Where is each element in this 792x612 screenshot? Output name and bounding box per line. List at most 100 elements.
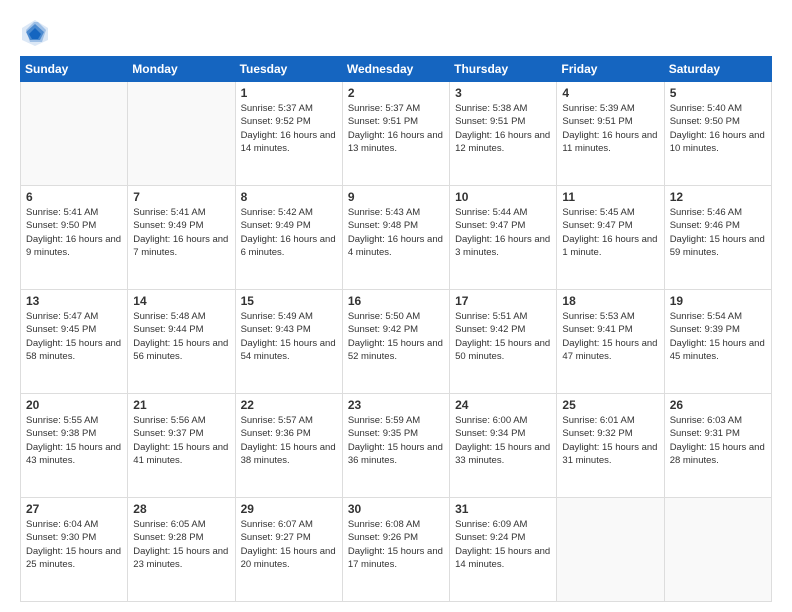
day-info: Sunrise: 5:56 AM Sunset: 9:37 PM Dayligh… (133, 414, 229, 467)
day-info: Sunrise: 5:53 AM Sunset: 9:41 PM Dayligh… (562, 310, 658, 363)
day-number: 1 (241, 86, 337, 100)
day-info: Sunrise: 5:44 AM Sunset: 9:47 PM Dayligh… (455, 206, 551, 259)
day-number: 18 (562, 294, 658, 308)
day-number: 31 (455, 502, 551, 516)
calendar-cell (557, 498, 664, 602)
day-number: 13 (26, 294, 122, 308)
day-number: 6 (26, 190, 122, 204)
calendar-week-2: 6 Sunrise: 5:41 AM Sunset: 9:50 PM Daylig… (21, 186, 772, 290)
calendar-cell: 8Sunrise: 5:42 AM Sunset: 9:49 PM Daylig… (235, 186, 342, 290)
calendar-cell: 10 Sunrise: 5:44 AM Sunset: 9:47 PM Dayli… (450, 186, 557, 290)
day-number: 15 (241, 294, 337, 308)
header (20, 18, 772, 48)
day-info: Sunrise: 6:01 AM Sunset: 9:32 PM Dayligh… (562, 414, 658, 467)
calendar-cell: 27Sunrise: 6:04 AM Sunset: 9:30 PM Dayli… (21, 498, 128, 602)
day-number: 16 (348, 294, 444, 308)
day-info: Sunrise: 5:54 AM Sunset: 9:39 PM Dayligh… (670, 310, 766, 363)
day-number: 24 (455, 398, 551, 412)
day-info: Sunrise: 5:45 AM Sunset: 9:47 PM Dayligh… (562, 206, 658, 259)
day-info: Sunrise: 6:07 AM Sunset: 9:27 PM Dayligh… (241, 518, 337, 571)
calendar-cell: 1 Sunrise: 5:37 AM Sunset: 9:52 PM Daylig… (235, 82, 342, 186)
weekday-header-thursday: Thursday (450, 57, 557, 82)
calendar-cell: 22Sunrise: 5:57 AM Sunset: 9:36 PM Dayli… (235, 394, 342, 498)
weekday-header-wednesday: Wednesday (342, 57, 449, 82)
day-number: 7 (133, 190, 229, 204)
weekday-header-saturday: Saturday (664, 57, 771, 82)
weekday-header-monday: Monday (128, 57, 235, 82)
day-info: Sunrise: 5:42 AM Sunset: 9:49 PM Dayligh… (241, 206, 337, 259)
calendar-cell: 17 Sunrise: 5:51 AM Sunset: 9:42 PM Dayli… (450, 290, 557, 394)
calendar-cell: 16 Sunrise: 5:50 AM Sunset: 9:42 PM Dayli… (342, 290, 449, 394)
day-info: Sunrise: 5:50 AM Sunset: 9:42 PM Dayligh… (348, 310, 444, 363)
day-number: 9 (348, 190, 444, 204)
calendar-cell: 7 Sunrise: 5:41 AM Sunset: 9:49 PM Daylig… (128, 186, 235, 290)
logo (20, 18, 54, 48)
weekday-header-sunday: Sunday (21, 57, 128, 82)
day-info: Sunrise: 5:59 AM Sunset: 9:35 PM Dayligh… (348, 414, 444, 467)
day-number: 26 (670, 398, 766, 412)
day-info: Sunrise: 5:41 AM Sunset: 9:49 PM Dayligh… (133, 206, 229, 259)
calendar-cell: 26 Sunrise: 6:03 AM Sunset: 9:31 PM Dayli… (664, 394, 771, 498)
day-info: Sunrise: 6:05 AM Sunset: 9:28 PM Dayligh… (133, 518, 229, 571)
calendar-cell: 30Sunrise: 6:08 AM Sunset: 9:26 PM Dayli… (342, 498, 449, 602)
day-info: Sunrise: 5:40 AM Sunset: 9:50 PM Dayligh… (670, 102, 766, 155)
day-info: Sunrise: 5:37 AM Sunset: 9:51 PM Dayligh… (348, 102, 444, 155)
calendar-cell: 24 Sunrise: 6:00 AM Sunset: 9:34 PM Dayli… (450, 394, 557, 498)
day-number: 3 (455, 86, 551, 100)
day-number: 28 (133, 502, 229, 516)
day-info: Sunrise: 5:37 AM Sunset: 9:52 PM Dayligh… (241, 102, 337, 155)
calendar-week-4: 20 Sunrise: 5:55 AM Sunset: 9:38 PM Dayli… (21, 394, 772, 498)
calendar-cell: 19Sunrise: 5:54 AM Sunset: 9:39 PM Dayli… (664, 290, 771, 394)
calendar-header: SundayMondayTuesdayWednesdayThursdayFrid… (21, 57, 772, 82)
calendar-cell: 23 Sunrise: 5:59 AM Sunset: 9:35 PM Dayli… (342, 394, 449, 498)
calendar-cell: 6 Sunrise: 5:41 AM Sunset: 9:50 PM Daylig… (21, 186, 128, 290)
calendar-cell: 15 Sunrise: 5:49 AM Sunset: 9:43 PM Dayli… (235, 290, 342, 394)
calendar-cell: 25 Sunrise: 6:01 AM Sunset: 9:32 PM Dayli… (557, 394, 664, 498)
day-info: Sunrise: 6:09 AM Sunset: 9:24 PM Dayligh… (455, 518, 551, 571)
day-info: Sunrise: 6:00 AM Sunset: 9:34 PM Dayligh… (455, 414, 551, 467)
calendar-cell: 31 Sunrise: 6:09 AM Sunset: 9:24 PM Dayli… (450, 498, 557, 602)
day-info: Sunrise: 5:55 AM Sunset: 9:38 PM Dayligh… (26, 414, 122, 467)
day-info: Sunrise: 5:57 AM Sunset: 9:36 PM Dayligh… (241, 414, 337, 467)
day-info: Sunrise: 6:04 AM Sunset: 9:30 PM Dayligh… (26, 518, 122, 571)
calendar-cell (21, 82, 128, 186)
day-info: Sunrise: 5:48 AM Sunset: 9:44 PM Dayligh… (133, 310, 229, 363)
day-number: 4 (562, 86, 658, 100)
calendar-cell: 3 Sunrise: 5:38 AM Sunset: 9:51 PM Daylig… (450, 82, 557, 186)
day-number: 23 (348, 398, 444, 412)
calendar-cell (128, 82, 235, 186)
day-info: Sunrise: 5:49 AM Sunset: 9:43 PM Dayligh… (241, 310, 337, 363)
calendar-cell: 9 Sunrise: 5:43 AM Sunset: 9:48 PM Daylig… (342, 186, 449, 290)
day-number: 2 (348, 86, 444, 100)
calendar-cell: 11Sunrise: 5:45 AM Sunset: 9:47 PM Dayli… (557, 186, 664, 290)
day-info: Sunrise: 6:08 AM Sunset: 9:26 PM Dayligh… (348, 518, 444, 571)
weekday-header-tuesday: Tuesday (235, 57, 342, 82)
day-number: 17 (455, 294, 551, 308)
calendar-cell: 28 Sunrise: 6:05 AM Sunset: 9:28 PM Dayli… (128, 498, 235, 602)
day-info: Sunrise: 5:43 AM Sunset: 9:48 PM Dayligh… (348, 206, 444, 259)
day-number: 12 (670, 190, 766, 204)
calendar-week-5: 27Sunrise: 6:04 AM Sunset: 9:30 PM Dayli… (21, 498, 772, 602)
day-number: 21 (133, 398, 229, 412)
day-number: 25 (562, 398, 658, 412)
day-info: Sunrise: 5:38 AM Sunset: 9:51 PM Dayligh… (455, 102, 551, 155)
day-number: 10 (455, 190, 551, 204)
calendar-table: SundayMondayTuesdayWednesdayThursdayFrid… (20, 56, 772, 602)
day-info: Sunrise: 6:03 AM Sunset: 9:31 PM Dayligh… (670, 414, 766, 467)
day-info: Sunrise: 5:46 AM Sunset: 9:46 PM Dayligh… (670, 206, 766, 259)
calendar-body: 1 Sunrise: 5:37 AM Sunset: 9:52 PM Daylig… (21, 82, 772, 602)
day-info: Sunrise: 5:47 AM Sunset: 9:45 PM Dayligh… (26, 310, 122, 363)
day-info: Sunrise: 5:39 AM Sunset: 9:51 PM Dayligh… (562, 102, 658, 155)
calendar-cell: 18 Sunrise: 5:53 AM Sunset: 9:41 PM Dayli… (557, 290, 664, 394)
calendar-cell (664, 498, 771, 602)
calendar-cell: 2 Sunrise: 5:37 AM Sunset: 9:51 PM Daylig… (342, 82, 449, 186)
weekday-header-friday: Friday (557, 57, 664, 82)
day-number: 29 (241, 502, 337, 516)
day-info: Sunrise: 5:41 AM Sunset: 9:50 PM Dayligh… (26, 206, 122, 259)
calendar-cell: 14 Sunrise: 5:48 AM Sunset: 9:44 PM Dayli… (128, 290, 235, 394)
day-number: 20 (26, 398, 122, 412)
day-number: 14 (133, 294, 229, 308)
page: SundayMondayTuesdayWednesdayThursdayFrid… (0, 0, 792, 612)
calendar-cell: 4 Sunrise: 5:39 AM Sunset: 9:51 PM Daylig… (557, 82, 664, 186)
day-info: Sunrise: 5:51 AM Sunset: 9:42 PM Dayligh… (455, 310, 551, 363)
